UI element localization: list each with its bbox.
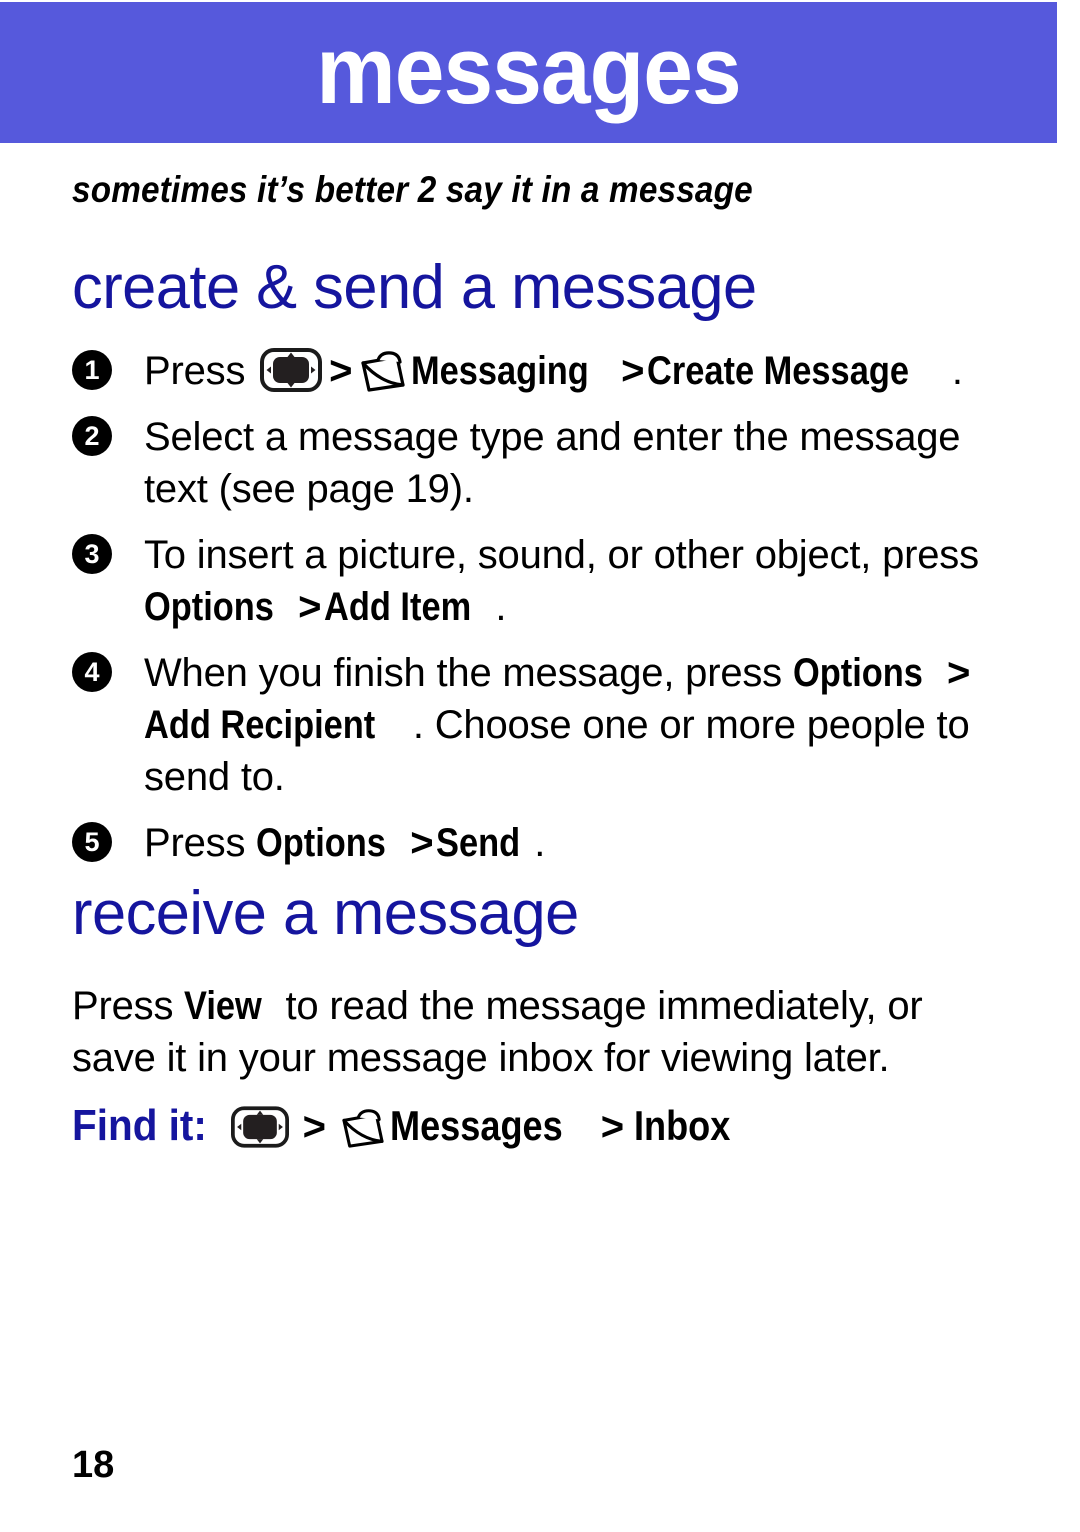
breadcrumb-separator: > <box>946 651 971 695</box>
section-heading-create-send: create & send a message <box>72 253 757 322</box>
step-text-fragment: Press <box>144 821 257 865</box>
section-heading-receive: receive a message <box>72 879 579 948</box>
ui-label-add-item: Add Item <box>324 585 472 629</box>
page-tagline: sometimes it’s better 2 say it in a mess… <box>72 169 753 210</box>
step-text-fragment: To insert a picture, sound, or other obj… <box>144 533 979 577</box>
ui-label-send: Send <box>436 821 521 865</box>
breadcrumb-separator: > <box>329 349 353 393</box>
step-text: When you finish the message, press Optio… <box>144 651 973 799</box>
step-text-fragment: Press <box>144 349 257 393</box>
envelope-icon <box>340 1108 386 1148</box>
list-item: 3 To insert a picture, sound, or other o… <box>72 529 1022 633</box>
step-text-fragment: . <box>534 821 546 865</box>
step-number-badge: 2 <box>72 416 112 456</box>
envelope-icon <box>359 350 407 392</box>
breadcrumb-separator: > <box>302 1105 326 1149</box>
paragraph-fragment: Press <box>72 984 185 1028</box>
ui-label-options: Options <box>144 585 274 629</box>
step-number-badge: 5 <box>72 822 112 862</box>
navigation-key-icon <box>230 1106 289 1148</box>
ui-label-messages: Messages <box>389 1102 563 1149</box>
breadcrumb-separator: > <box>298 585 322 629</box>
step-text: Press Options >Send. <box>144 821 545 865</box>
step-text-fragment: When you finish the message, press <box>144 651 793 695</box>
ui-label-options: Options <box>792 651 923 695</box>
step-text: To insert a picture, sound, or other obj… <box>144 533 979 629</box>
breadcrumb-separator: > <box>600 1105 625 1149</box>
step-number-badge: 3 <box>72 534 112 574</box>
step-text: Select a message type and enter the mess… <box>144 415 961 511</box>
breadcrumb-separator: > <box>410 821 434 865</box>
ui-label-add-recipient: Add Recipient <box>144 703 376 747</box>
page-number: 18 <box>72 1444 115 1486</box>
find-it-path: Find it: > Messages > Inbox <box>72 1100 746 1153</box>
list-item: 4 When you finish the message, press Opt… <box>72 647 1022 803</box>
ui-label-inbox: Inbox <box>634 1102 731 1149</box>
step-text: Press > Messaging >Create Message . <box>144 348 963 393</box>
navigation-key-icon <box>260 348 323 392</box>
ui-label-view: View <box>184 984 262 1028</box>
step-text-fragment: Select a message type and enter the mess… <box>144 415 961 511</box>
step-number-badge: 4 <box>72 652 112 692</box>
page-title: messages <box>316 17 741 124</box>
list-item: 2 Select a message type and enter the me… <box>72 411 1022 515</box>
step-text-fragment: . <box>951 349 963 393</box>
manual-page: messages sometimes it’s better 2 say it … <box>0 0 1080 1532</box>
receive-paragraph: Press View to read the message immediate… <box>72 980 1012 1084</box>
breadcrumb-separator: > <box>621 349 645 393</box>
step-text-fragment: . <box>495 585 507 629</box>
ui-label-messaging: Messaging <box>411 349 590 393</box>
find-it-label: Find it: <box>72 1101 207 1150</box>
step-list: 1 Press > Messaging >Create Message . 2 … <box>72 345 1022 883</box>
step-number-badge: 1 <box>72 350 112 390</box>
list-item: 1 Press > Messaging >Create Message . <box>72 345 1022 397</box>
ui-label-options: Options <box>256 821 387 865</box>
page-header-banner: messages <box>0 2 1057 143</box>
ui-label-create-message: Create Message <box>647 349 910 393</box>
list-item: 5 Press Options >Send. <box>72 817 1022 869</box>
